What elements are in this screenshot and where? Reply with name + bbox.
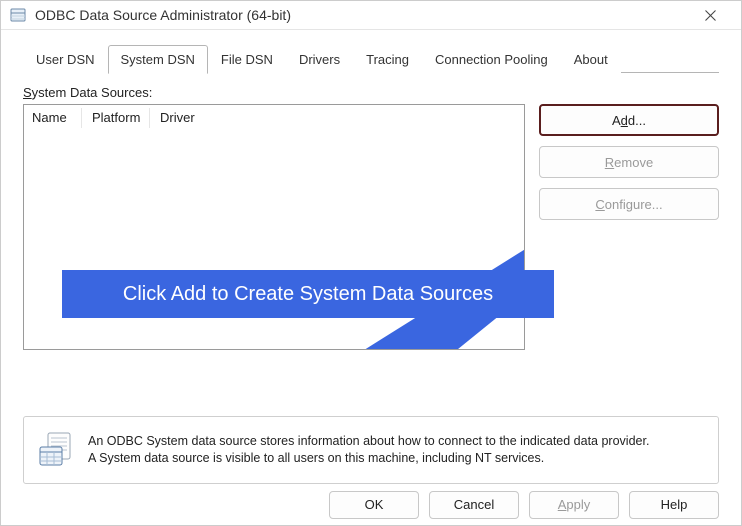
tab-drivers[interactable]: Drivers bbox=[286, 45, 353, 73]
window-title: ODBC Data Source Administrator (64-bit) bbox=[35, 7, 687, 23]
close-button[interactable] bbox=[687, 1, 733, 29]
info-text: An ODBC System data source stores inform… bbox=[88, 433, 649, 467]
tab-system-dsn[interactable]: System DSN bbox=[108, 45, 208, 74]
odbc-admin-window: ODBC Data Source Administrator (64-bit) … bbox=[0, 0, 742, 526]
info-box: An ODBC System data source stores inform… bbox=[23, 416, 719, 484]
column-header-driver[interactable]: Driver bbox=[160, 108, 514, 128]
tab-tracing[interactable]: Tracing bbox=[353, 45, 422, 73]
app-icon bbox=[9, 6, 27, 24]
tab-file-dsn[interactable]: File DSN bbox=[208, 45, 286, 73]
tab-connection-pooling[interactable]: Connection Pooling bbox=[422, 45, 561, 73]
cancel-button[interactable]: Cancel bbox=[429, 491, 519, 519]
titlebar: ODBC Data Source Administrator (64-bit) bbox=[1, 1, 741, 30]
main-row: Name Platform Driver Add... Remove bbox=[23, 104, 719, 350]
callout-arrow-icon bbox=[86, 216, 525, 350]
ok-button[interactable]: OK bbox=[329, 491, 419, 519]
add-button[interactable]: Add... bbox=[539, 104, 719, 136]
tabstrip: User DSN System DSN File DSN Drivers Tra… bbox=[23, 44, 719, 73]
tab-user-dsn[interactable]: User DSN bbox=[23, 45, 108, 73]
tab-panel-system-dsn: System Data Sources: Name Platform Drive… bbox=[23, 72, 719, 484]
remove-button[interactable]: Remove bbox=[539, 146, 719, 178]
listview-header: Name Platform Driver bbox=[24, 105, 524, 131]
help-button[interactable]: Help bbox=[629, 491, 719, 519]
info-datasource-icon bbox=[38, 431, 74, 469]
client-area: User DSN System DSN File DSN Drivers Tra… bbox=[1, 30, 741, 484]
system-data-sources-label: System Data Sources: bbox=[23, 85, 719, 100]
data-sources-listview[interactable]: Name Platform Driver bbox=[23, 104, 525, 350]
column-header-name[interactable]: Name bbox=[32, 108, 82, 128]
side-button-column: Add... Remove Configure... bbox=[539, 104, 719, 350]
tab-about[interactable]: About bbox=[561, 45, 621, 73]
column-header-platform[interactable]: Platform bbox=[92, 108, 150, 128]
apply-button[interactable]: Apply bbox=[529, 491, 619, 519]
configure-button[interactable]: Configure... bbox=[539, 188, 719, 220]
dialog-button-row: OK Cancel Apply Help bbox=[1, 484, 741, 525]
